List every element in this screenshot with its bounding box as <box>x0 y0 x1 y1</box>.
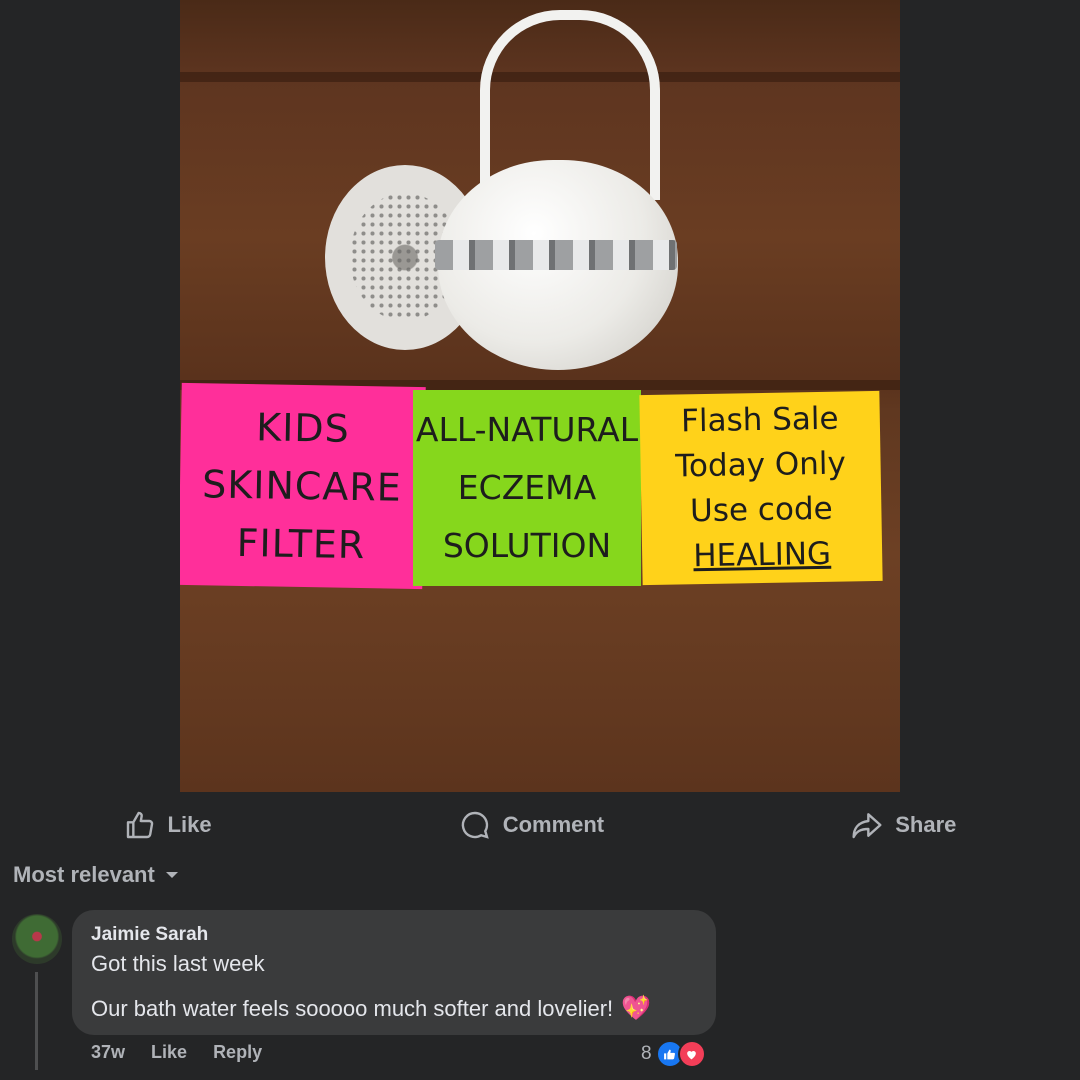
sticky-note-green: ALL-NATURAL ECZEMA SOLUTION <box>413 390 641 586</box>
comment-text: Got this last week <box>91 951 265 976</box>
note-text: ECZEMA <box>457 468 597 507</box>
avatar[interactable] <box>12 914 62 964</box>
comment-label: Comment <box>502 812 605 837</box>
like-label: Like <box>167 812 212 837</box>
note-text: SOLUTION <box>442 526 612 565</box>
share-icon <box>852 813 882 839</box>
comment-bubble: Jaimie Sarah Got this last week Our bath… <box>72 910 716 1035</box>
love-reaction-icon <box>677 1040 706 1068</box>
comment-reply-button[interactable]: Reply <box>213 1042 262 1063</box>
sticky-note-pink: KIDS SKINCARE FILTER <box>180 382 426 590</box>
thread-line <box>35 972 38 1070</box>
sort-label: Most relevant <box>13 862 155 887</box>
filter-band <box>435 240 677 270</box>
sticky-note-yellow: Flash Sale Today Only Use code HEALING <box>639 390 883 586</box>
comment-author[interactable]: Jaimie Sarah <box>91 924 697 946</box>
comment-timestamp[interactable]: 37w <box>91 1042 125 1063</box>
note-text: Today Only <box>675 445 847 485</box>
sparkling-heart-icon: 💖 <box>621 995 652 1022</box>
note-text: Flash Sale <box>680 400 839 440</box>
like-button[interactable]: Like <box>124 809 212 841</box>
comment-like-button[interactable]: Like <box>151 1042 187 1063</box>
note-text: FILTER <box>236 520 366 568</box>
thumbs-up-icon <box>126 811 153 839</box>
comment-sort-dropdown[interactable]: Most relevant <box>13 862 179 888</box>
post-action-bar: Like Comment Share <box>0 796 1080 854</box>
note-text: KIDS <box>255 405 351 451</box>
comment-text: Our bath water feels sooooo much softer … <box>91 995 614 1021</box>
comment-button[interactable]: Comment <box>459 809 604 841</box>
comment-reactions[interactable]: 8 <box>641 1040 706 1068</box>
reaction-count: 8 <box>641 1043 652 1064</box>
caret-down-icon <box>165 872 178 878</box>
note-text: Use code <box>689 490 833 530</box>
comment-text-line: Our bath water feels sooooo much softer … <box>91 994 697 1023</box>
note-text: HEALING <box>692 535 832 575</box>
post-photo[interactable]: KIDS SKINCARE FILTER ALL-NATURAL ECZEMA … <box>180 0 900 792</box>
note-text: SKINCARE <box>201 462 403 510</box>
share-label: Share <box>895 812 957 837</box>
share-button[interactable]: Share <box>851 809 956 841</box>
note-text: ALL-NATURAL <box>415 410 639 449</box>
comment-icon <box>461 811 489 839</box>
comment-meta: 37w Like Reply <box>91 1042 262 1063</box>
